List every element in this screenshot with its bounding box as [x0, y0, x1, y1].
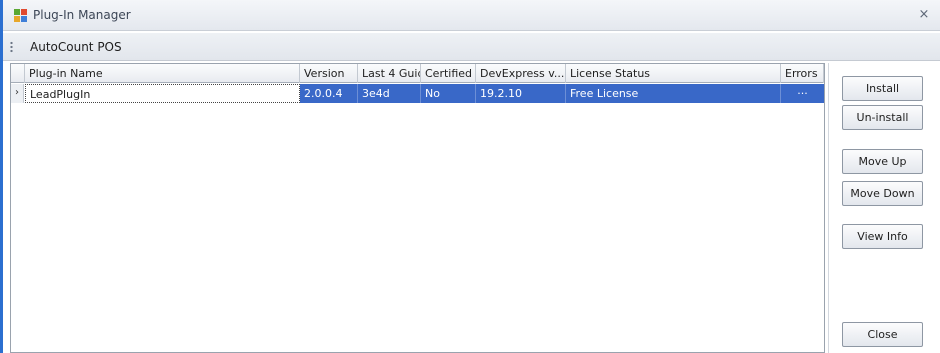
plugin-icon	[14, 9, 27, 22]
uninstall-button[interactable]: Un-install	[842, 105, 923, 130]
grid-header: Plug-in Name Version Last 4 Guid Certifi…	[11, 64, 824, 83]
column-header-errors[interactable]: Errors	[781, 64, 824, 83]
title-bar: Plug-In Manager ×	[3, 0, 940, 31]
column-header-devexpress-version[interactable]: DevExpress v...	[476, 64, 566, 83]
close-button[interactable]: Close	[842, 322, 923, 347]
plugin-grid[interactable]: Plug-in Name Version Last 4 Guid Certifi…	[10, 63, 825, 353]
move-up-button[interactable]: Move Up	[842, 149, 923, 174]
column-header-certified[interactable]: Certified	[421, 64, 476, 83]
header-indicator	[11, 64, 25, 83]
cell-plugin-name[interactable]: LeadPlugIn	[25, 84, 300, 103]
cell-certified[interactable]: No	[421, 84, 476, 103]
cell-errors-ellipsis-button[interactable]: ···	[781, 84, 824, 103]
column-header-version[interactable]: Version	[300, 64, 358, 83]
move-down-button[interactable]: Move Down	[842, 181, 923, 206]
column-header-license-status[interactable]: License Status	[566, 64, 781, 83]
view-info-button[interactable]: View Info	[842, 224, 923, 249]
toolbar-grip-icon[interactable]	[10, 41, 13, 53]
row-indicator-icon[interactable]: ›	[11, 84, 24, 103]
cell-devexpress-version[interactable]: 19.2.10	[476, 84, 566, 103]
toolbar: AutoCount POS	[3, 33, 940, 61]
install-button[interactable]: Install	[842, 76, 923, 101]
cell-last-4-guid[interactable]: 3e4d	[358, 84, 421, 103]
table-row[interactable]: › LeadPlugIn 2.0.0.4 3e4d No 19.2.10 Fre…	[11, 84, 824, 103]
close-icon[interactable]: ×	[916, 7, 932, 23]
toolbar-title: AutoCount POS	[30, 40, 122, 54]
plugin-manager-window: Plug-In Manager × AutoCount POS Plug-in …	[0, 0, 940, 353]
cell-license-status[interactable]: Free License	[566, 84, 781, 103]
column-header-plugin-name[interactable]: Plug-in Name	[25, 64, 300, 83]
button-panel: Install Un-install Move Up Move Down Vie…	[828, 63, 940, 353]
column-header-last-4-guid[interactable]: Last 4 Guid	[358, 64, 421, 83]
window-title: Plug-In Manager	[33, 8, 131, 22]
cell-version[interactable]: 2.0.0.4	[300, 84, 358, 103]
